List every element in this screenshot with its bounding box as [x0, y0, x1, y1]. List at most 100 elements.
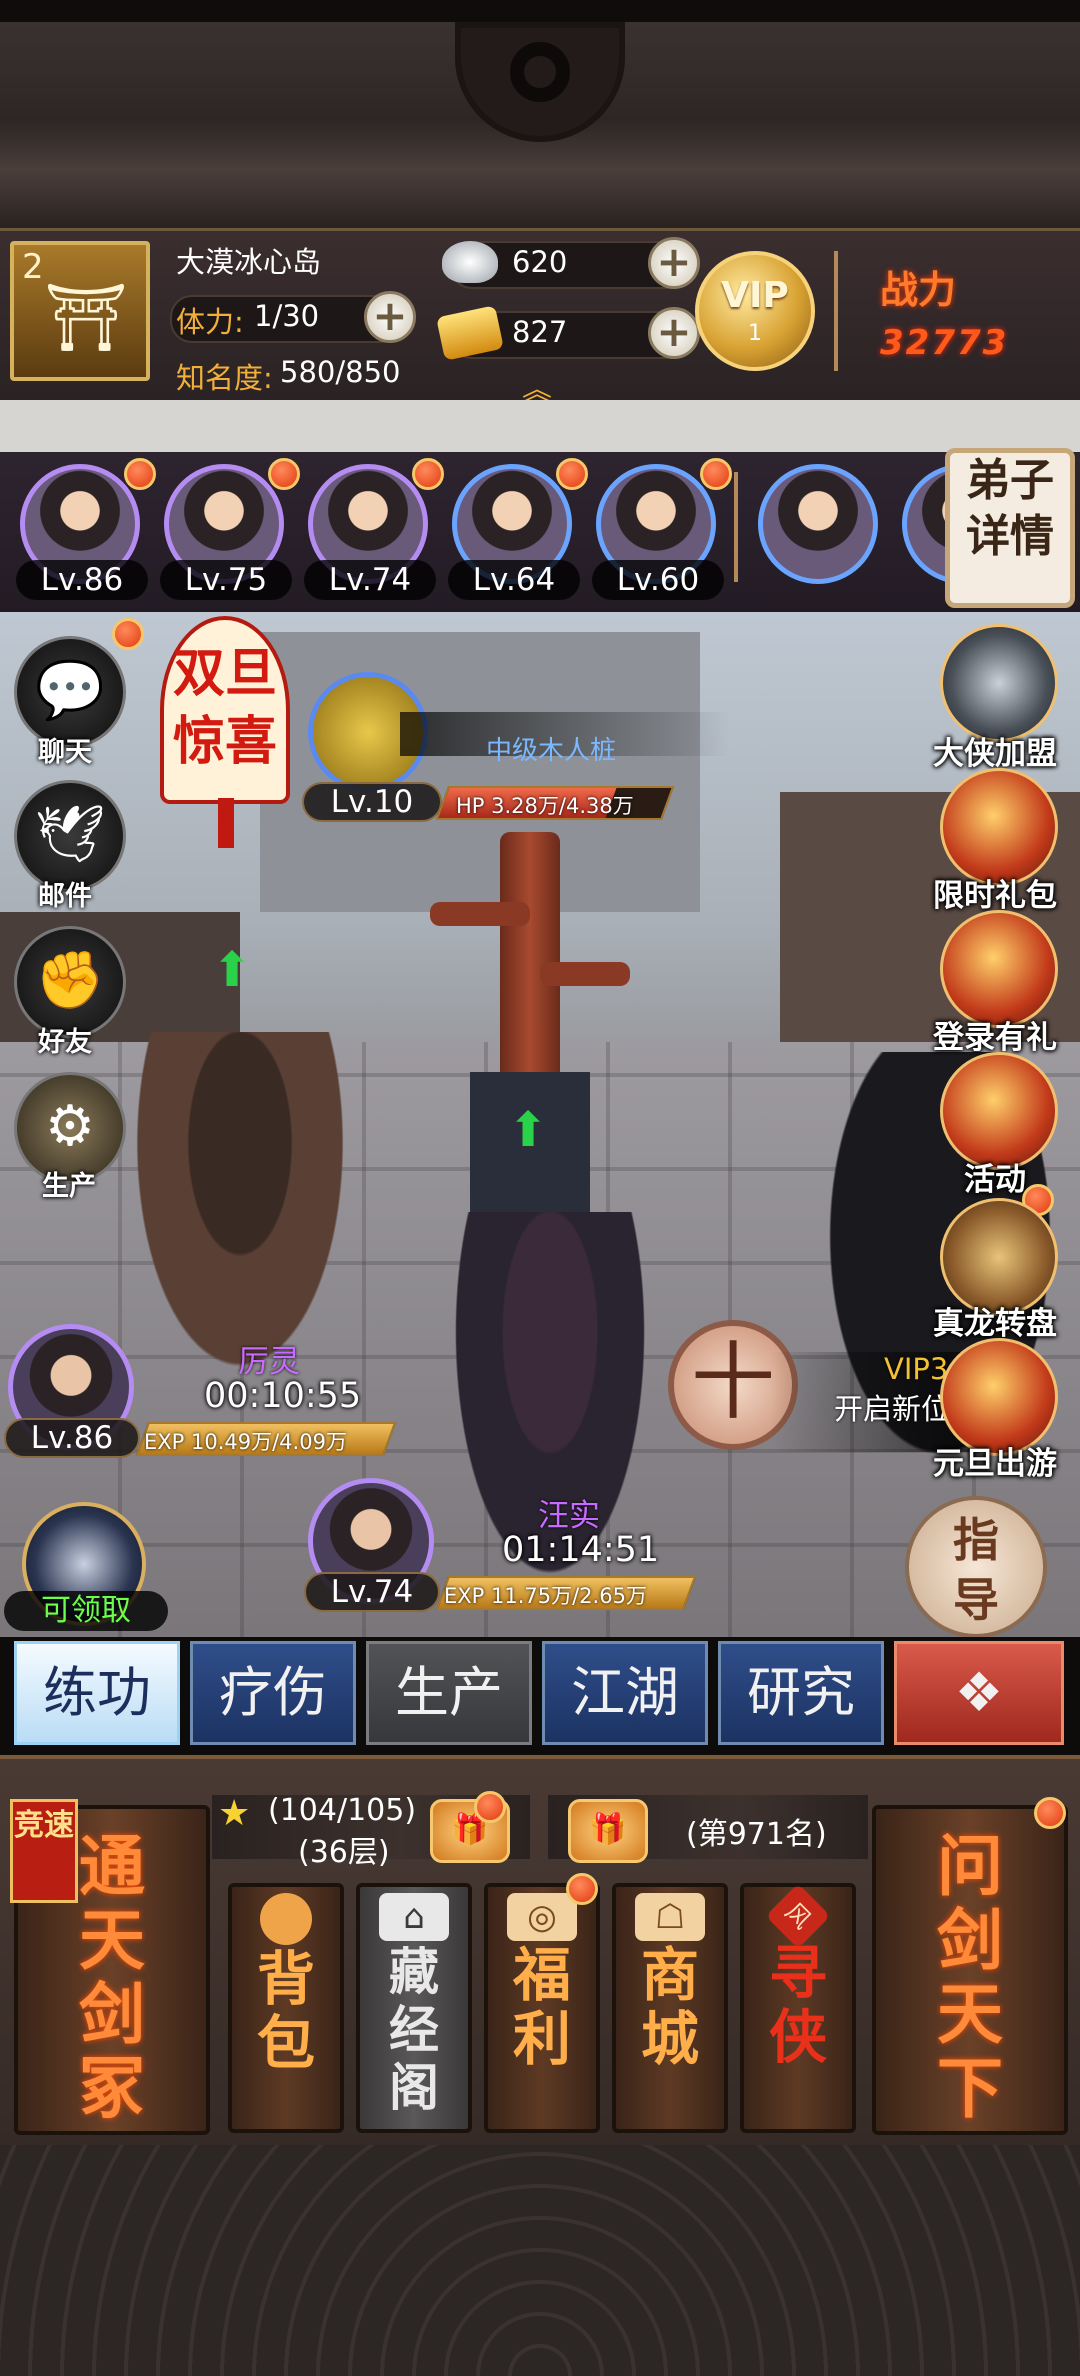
sword-contest-label: 问剑天下 [937, 1827, 1003, 2127]
target-level: Lv.10 [302, 782, 442, 822]
lantern-tassel [218, 798, 234, 848]
fame-value: 580/850 [280, 355, 401, 389]
hero-join-icon[interactable] [940, 624, 1058, 742]
power-value: 32773 [880, 323, 1009, 363]
production-label: 生产 [42, 1171, 96, 1202]
disciple-avatar[interactable]: Lv.75 [160, 458, 300, 600]
library-label: 藏经阁 [389, 1942, 439, 2117]
divider [734, 472, 738, 582]
dummy-arm [430, 902, 530, 926]
notification-dot [556, 458, 588, 490]
silver-amount: 620 [512, 245, 568, 279]
add-stamina-button[interactable]: + [364, 291, 416, 343]
tower-progress: (104/105) [268, 1793, 417, 1828]
separator-strip [0, 400, 1080, 452]
disciple-level: Lv.86 [16, 560, 148, 600]
training-scene: ⬆ ⬆ 双旦 惊喜 💬 聊天 🕊 邮件 ✊ 好友 ⚙ 生产 中级木人桩 Lv.10… [0, 612, 1080, 1637]
welfare-button[interactable]: ◎ 福利 [484, 1883, 600, 2133]
vip-unlock-text: 开启新位 [834, 1392, 951, 1426]
new-year-trip-label: 元旦出游 [933, 1446, 1057, 1482]
disciple-avatar[interactable] [900, 464, 950, 588]
notification-dot [566, 1873, 598, 1905]
rank-badge[interactable]: 2 ⛩ [10, 241, 150, 381]
disciple-level: Lv.74 [304, 560, 436, 600]
star-icon: ★ [218, 1793, 251, 1834]
login-gift-icon[interactable] [940, 910, 1058, 1028]
trainee-timer: 01:14:51 [502, 1530, 660, 1570]
notification-dot [474, 1791, 506, 1823]
tab-jianghu[interactable]: 江湖 [542, 1641, 708, 1745]
speed-tag: 竞速 [10, 1799, 78, 1903]
shop-button[interactable]: ☖ 商城 [612, 1883, 728, 2133]
sword-contest-button[interactable]: 问剑天下 [872, 1805, 1068, 2135]
fame-label: 知名度: [176, 361, 273, 395]
vip-badge[interactable]: VIP 1 [695, 251, 815, 371]
bottom-panel: 通天剑冢 竞速 ★ (104/105) (36层) 🎁 🎁 (第971名) 背包… [0, 1755, 1080, 2149]
disciple-avatar[interactable] [756, 464, 880, 588]
target-hp-text: HP 3.28万/4.38万 [456, 794, 634, 818]
avatar [758, 464, 878, 584]
rank-text: (第971名) [686, 1817, 827, 1852]
bag-button[interactable]: 背包 [228, 1883, 344, 2133]
player-name: 大漠冰心岛 [176, 245, 322, 279]
recruit-label: 寻侠 [768, 1939, 827, 2071]
bottom-floor-pattern [0, 2145, 1080, 2376]
dummy-arm [540, 962, 630, 986]
status-header: 2 ⛩ 大漠冰心岛 体力: 1/30 + 知名度: 580/850 620 + … [0, 228, 1080, 408]
trainee-level: Lv.86 [4, 1418, 140, 1458]
stamina-value: 1/30 [254, 299, 320, 333]
divider [834, 251, 838, 371]
disciple-row: Lv.86 Lv.75 Lv.74 Lv.64 Lv.60 [0, 452, 1080, 616]
friends-label: 好友 [38, 1027, 92, 1058]
coin-icon: ◎ [507, 1893, 577, 1941]
notification-dot [700, 458, 732, 490]
pagoda-icon: ⌂ [379, 1893, 449, 1941]
disciple-level: Lv.75 [160, 560, 292, 600]
claim-label[interactable]: 可领取 [4, 1591, 168, 1631]
trainee-exp-text: EXP 11.75万/2.65万 [444, 1584, 647, 1608]
recruit-button[interactable]: 风 寻侠 [740, 1883, 856, 2133]
rank-level: 2 [22, 247, 44, 287]
tab-bar: 练功 疗伤 生产 江湖 研究 ❖ [0, 1637, 1080, 1755]
add-gold-button[interactable]: + [648, 307, 700, 359]
silver-ingot-icon [442, 241, 498, 283]
tab-research[interactable]: 研究 [718, 1641, 884, 1745]
tab-training[interactable]: 练功 [14, 1641, 180, 1745]
tab-more[interactable]: ❖ [894, 1641, 1064, 1745]
chat-label: 聊天 [38, 737, 92, 768]
peach-icon [260, 1893, 312, 1945]
tab-heal[interactable]: 疗伤 [190, 1641, 356, 1745]
disciple-detail-button[interactable]: 弟子 详情 [945, 448, 1075, 608]
disciple-avatar[interactable]: Lv.86 [16, 458, 156, 600]
gift-box-icon[interactable]: 🎁 [568, 1799, 648, 1863]
guide-button[interactable]: 指导 [905, 1496, 1047, 1638]
level-up-arrow-icon: ⬆ [212, 942, 253, 998]
login-gift-label: 登录有礼 [933, 1020, 1057, 1056]
bag-label: 背包 [256, 1945, 315, 2077]
tab-production[interactable]: 生产 [366, 1641, 532, 1745]
event-banner[interactable]: 双旦 惊喜 [160, 616, 290, 804]
gold-amount: 827 [512, 315, 568, 349]
disciple-level: Lv.60 [592, 560, 724, 600]
vip-unlock-level: VIP3 [884, 1352, 949, 1386]
disciple-avatar[interactable]: Lv.74 [304, 458, 444, 600]
lantern-icon[interactable] [940, 1052, 1058, 1170]
trainee-level: Lv.74 [304, 1572, 440, 1612]
level-up-arrow-icon: ⬆ [508, 1102, 549, 1158]
disciple-avatar[interactable]: Lv.64 [448, 458, 588, 600]
trainee-timer: 00:10:55 [204, 1376, 362, 1416]
shop-icon: ☖ [635, 1893, 705, 1941]
add-silver-button[interactable]: + [648, 237, 700, 289]
library-button[interactable]: ⌂ 藏经阁 [356, 1883, 472, 2133]
trainee-name: 厉灵 [238, 1344, 300, 1380]
stamina-label: 体力: [176, 305, 244, 339]
hero-join-label: 大侠加盟 [933, 736, 1057, 772]
limited-pack-icon[interactable] [940, 768, 1058, 886]
tower-floor: (36层) [298, 1835, 390, 1870]
notification-dot [1034, 1797, 1066, 1829]
notification-dot [412, 458, 444, 490]
disciple-avatar[interactable]: Lv.60 [592, 458, 732, 600]
vip-level: 1 [748, 321, 762, 346]
avatar [902, 464, 950, 584]
target-name: 中级木人桩 [486, 736, 617, 766]
